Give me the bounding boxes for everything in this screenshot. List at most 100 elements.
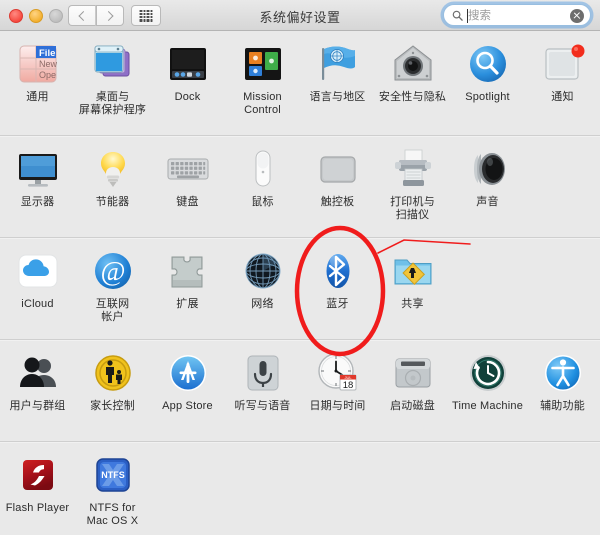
pref-pane-icloud[interactable]: iCloud xyxy=(0,238,75,323)
search-icon xyxy=(452,10,463,21)
pref-pane-label: 声音 xyxy=(476,196,499,208)
pref-pane-spotlight[interactable]: Spotlight xyxy=(450,31,525,116)
sound-icon xyxy=(464,145,512,193)
pref-pane-label: 通用 xyxy=(26,91,49,103)
energy-saver-icon xyxy=(89,145,137,193)
pref-pane-label: 家长控制 xyxy=(90,400,135,412)
pane-row: Flash Player NTFS NTFS for Mac OS X xyxy=(0,442,600,527)
window-titlebar: 系统偏好设置 xyxy=(0,0,600,31)
pref-pane-label: Mission Control xyxy=(243,91,282,116)
pref-pane-label: 打印机与 扫描仪 xyxy=(390,196,435,221)
pref-pane-label: 安全性与隐私 xyxy=(378,91,447,103)
security-privacy-icon xyxy=(389,40,437,88)
pref-pane-label: App Store xyxy=(162,400,213,412)
pref-pane-label: 键盘 xyxy=(176,196,199,208)
displays-icon xyxy=(14,145,62,193)
svg-text:@: @ xyxy=(100,256,125,286)
pref-pane-mission-control[interactable]: Mission Control xyxy=(225,31,300,116)
mission-control-icon xyxy=(239,40,287,88)
dock-icon xyxy=(164,40,212,88)
search-field[interactable] xyxy=(443,4,591,26)
pref-pane-label: 用户与群组 xyxy=(9,400,66,412)
sharing-icon xyxy=(389,247,437,295)
pref-pane-label: 通知 xyxy=(551,91,574,103)
pref-pane-label: 节能器 xyxy=(95,196,130,208)
pref-pane-notifications[interactable]: 通知 xyxy=(525,31,600,116)
section-system: 用户与群组 家长控制 App Store 听写与语音 JUL 18 日期与时间 … xyxy=(0,340,600,442)
pref-pane-date-time[interactable]: JUL 18 日期与时间 xyxy=(300,340,375,413)
search-input[interactable] xyxy=(468,7,568,25)
pref-pane-dock[interactable]: Dock xyxy=(150,31,225,116)
pref-pane-label: 扩展 xyxy=(176,298,199,310)
flash-player-icon xyxy=(14,451,62,499)
pref-pane-sharing[interactable]: 共享 xyxy=(375,238,450,323)
pref-pane-label: 辅助功能 xyxy=(540,400,585,412)
internet-accounts-icon: @ xyxy=(89,247,137,295)
pref-pane-trackpad[interactable]: 触控板 xyxy=(300,136,375,221)
pref-pane-label: Flash Player xyxy=(5,502,70,514)
section-personal: File New Ope 通用 桌面与 屏幕保护程序 Dock Mission … xyxy=(0,31,600,136)
pref-pane-label: Time Machine xyxy=(451,400,524,412)
pref-pane-keyboard[interactable]: 键盘 xyxy=(150,136,225,221)
dictation-speech-icon xyxy=(239,349,287,397)
pref-pane-label: NTFS for Mac OS X xyxy=(86,502,139,527)
svg-text:Ope: Ope xyxy=(39,70,56,80)
time-machine-icon xyxy=(464,349,512,397)
pref-pane-sound[interactable]: 声音 xyxy=(450,136,525,221)
section-internet-wireless: iCloud @ 互联网 帐户 扩展 网络 蓝牙 共享 xyxy=(0,238,600,340)
app-store-icon xyxy=(164,349,212,397)
pref-pane-printers-scanners[interactable]: 打印机与 扫描仪 xyxy=(375,136,450,221)
pref-pane-ntfs[interactable]: NTFS NTFS for Mac OS X xyxy=(75,442,150,527)
pref-pane-label: 触控板 xyxy=(320,196,355,208)
pref-pane-mouse[interactable]: 鼠标 xyxy=(225,136,300,221)
pref-pane-extensions[interactable]: 扩展 xyxy=(150,238,225,323)
ntfs-icon: NTFS xyxy=(89,451,137,499)
pref-pane-label: 共享 xyxy=(401,298,424,310)
pref-pane-energy-saver[interactable]: 节能器 xyxy=(75,136,150,221)
trackpad-icon xyxy=(314,145,362,193)
pref-pane-label: 网络 xyxy=(251,298,274,310)
pref-pane-label: Spotlight xyxy=(465,91,510,103)
pref-pane-label: Dock xyxy=(174,91,201,103)
accessibility-icon xyxy=(539,349,587,397)
date-time-icon: JUL 18 xyxy=(314,349,362,397)
icloud-icon xyxy=(14,247,62,295)
pref-pane-startup-disk[interactable]: 启动磁盘 xyxy=(375,340,450,413)
desktop-screensaver-icon xyxy=(89,40,137,88)
pane-row: 用户与群组 家长控制 App Store 听写与语音 JUL 18 日期与时间 … xyxy=(0,340,600,413)
pref-pane-parental-controls[interactable]: 家长控制 xyxy=(75,340,150,413)
pref-pane-time-machine[interactable]: Time Machine xyxy=(450,340,525,413)
ntfs-icon-text: NTFS xyxy=(101,470,125,480)
pref-pane-language-region[interactable]: 语言与地区 xyxy=(300,31,375,116)
pref-pane-label: 启动磁盘 xyxy=(390,400,435,412)
pref-pane-internet-accounts[interactable]: @ 互联网 帐户 xyxy=(75,238,150,323)
pref-pane-flash-player[interactable]: Flash Player xyxy=(0,442,75,527)
printers-scanners-icon xyxy=(389,145,437,193)
pane-row: File New Ope 通用 桌面与 屏幕保护程序 Dock Mission … xyxy=(0,31,600,116)
pref-pane-accessibility[interactable]: 辅助功能 xyxy=(525,340,600,413)
pref-pane-label: 语言与地区 xyxy=(309,91,366,103)
clear-icon[interactable] xyxy=(570,9,584,23)
preferences-grid: File New Ope 通用 桌面与 屏幕保护程序 Dock Mission … xyxy=(0,31,600,535)
spotlight-icon xyxy=(464,40,512,88)
startup-disk-icon xyxy=(389,349,437,397)
pref-pane-general[interactable]: File New Ope 通用 xyxy=(0,31,75,116)
pref-pane-network[interactable]: 网络 xyxy=(225,238,300,323)
date-icon-day: 18 xyxy=(342,380,353,391)
pref-pane-bluetooth[interactable]: 蓝牙 xyxy=(300,238,375,323)
pref-pane-displays[interactable]: 显示器 xyxy=(0,136,75,221)
pref-pane-label: 桌面与 屏幕保护程序 xyxy=(78,91,147,116)
pref-pane-label: 鼠标 xyxy=(251,196,274,208)
users-groups-icon xyxy=(14,349,62,397)
svg-text:New: New xyxy=(39,59,58,69)
pref-pane-desktop-screensaver[interactable]: 桌面与 屏幕保护程序 xyxy=(75,31,150,116)
pref-pane-dictation-speech[interactable]: 听写与语音 xyxy=(225,340,300,413)
pref-pane-users-groups[interactable]: 用户与群组 xyxy=(0,340,75,413)
pref-pane-label: 蓝牙 xyxy=(326,298,349,310)
pref-pane-label: 听写与语音 xyxy=(234,400,291,412)
notifications-icon xyxy=(539,40,587,88)
pref-pane-app-store[interactable]: App Store xyxy=(150,340,225,413)
pref-pane-security-privacy[interactable]: 安全性与隐私 xyxy=(375,31,450,116)
pane-row: 显示器 节能器 键盘 鼠标 触控板 打印机与 扫描仪 声音 xyxy=(0,136,600,221)
mouse-icon xyxy=(239,145,287,193)
